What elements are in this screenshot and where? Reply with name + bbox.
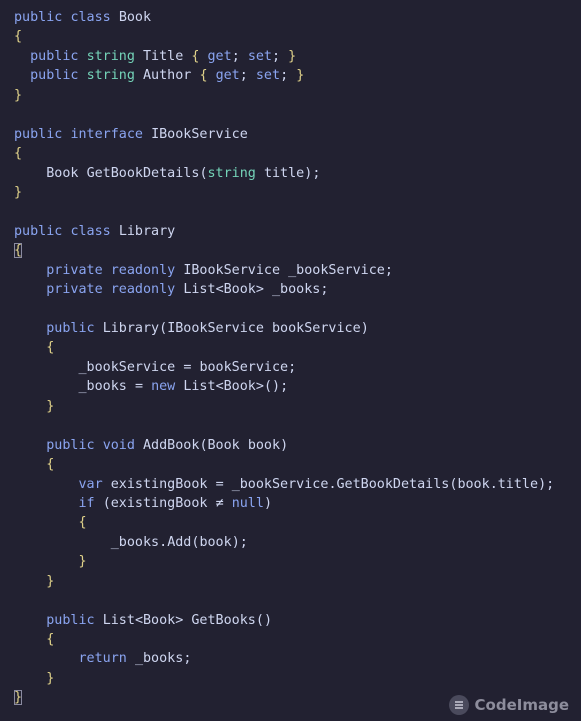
code-line: _bookService = bookService;	[78, 359, 297, 375]
code-line: {	[46, 632, 55, 647]
code-line: }	[46, 670, 55, 686]
code-line: if (existingBook ≠ null)	[78, 495, 273, 511]
code-line: public class Library	[14, 223, 176, 239]
code-block: public class Book { public string Title {…	[14, 8, 554, 708]
code-line: public List<Book> GetBooks()	[46, 612, 272, 628]
code-line: private readonly IBookService _bookServi…	[46, 262, 393, 278]
watermark: CodeImage	[448, 695, 569, 715]
code-line: public Library(IBookService bookService)	[46, 321, 369, 336]
code-line: _books = new List<Book>();	[78, 379, 289, 395]
code-line: public string Author { get; set; }	[30, 68, 305, 84]
code-line: {	[14, 243, 23, 259]
code-line: private readonly List<Book> _books;	[46, 282, 329, 298]
code-line: Book GetBookDetails(string title);	[46, 165, 321, 181]
code-line: public interface IBookService	[14, 126, 248, 142]
code-line: {	[78, 515, 87, 531]
code-line: {	[14, 29, 23, 45]
code-line: }	[46, 573, 55, 589]
code-line: }	[78, 554, 87, 570]
code-line: }	[14, 87, 23, 103]
code-line: {	[14, 146, 23, 162]
code-line: public class Book	[14, 10, 152, 25]
code-line: }	[14, 184, 23, 200]
code-line: }	[46, 398, 55, 414]
code-line: public string Title { get; set; }	[30, 48, 297, 64]
code-line: var existingBook = _bookService.GetBookD…	[78, 476, 555, 492]
code-line: {	[46, 340, 55, 356]
code-line: {	[46, 457, 55, 473]
code-snapshot: public class Book { public string Title {…	[0, 0, 581, 721]
code-line: public void AddBook(Book book)	[46, 437, 289, 453]
code-line: _books.Add(book);	[110, 534, 248, 550]
codeimage-logo-icon	[448, 695, 469, 715]
code-line: return _books;	[78, 651, 192, 667]
watermark-label: CodeImage	[474, 696, 569, 714]
